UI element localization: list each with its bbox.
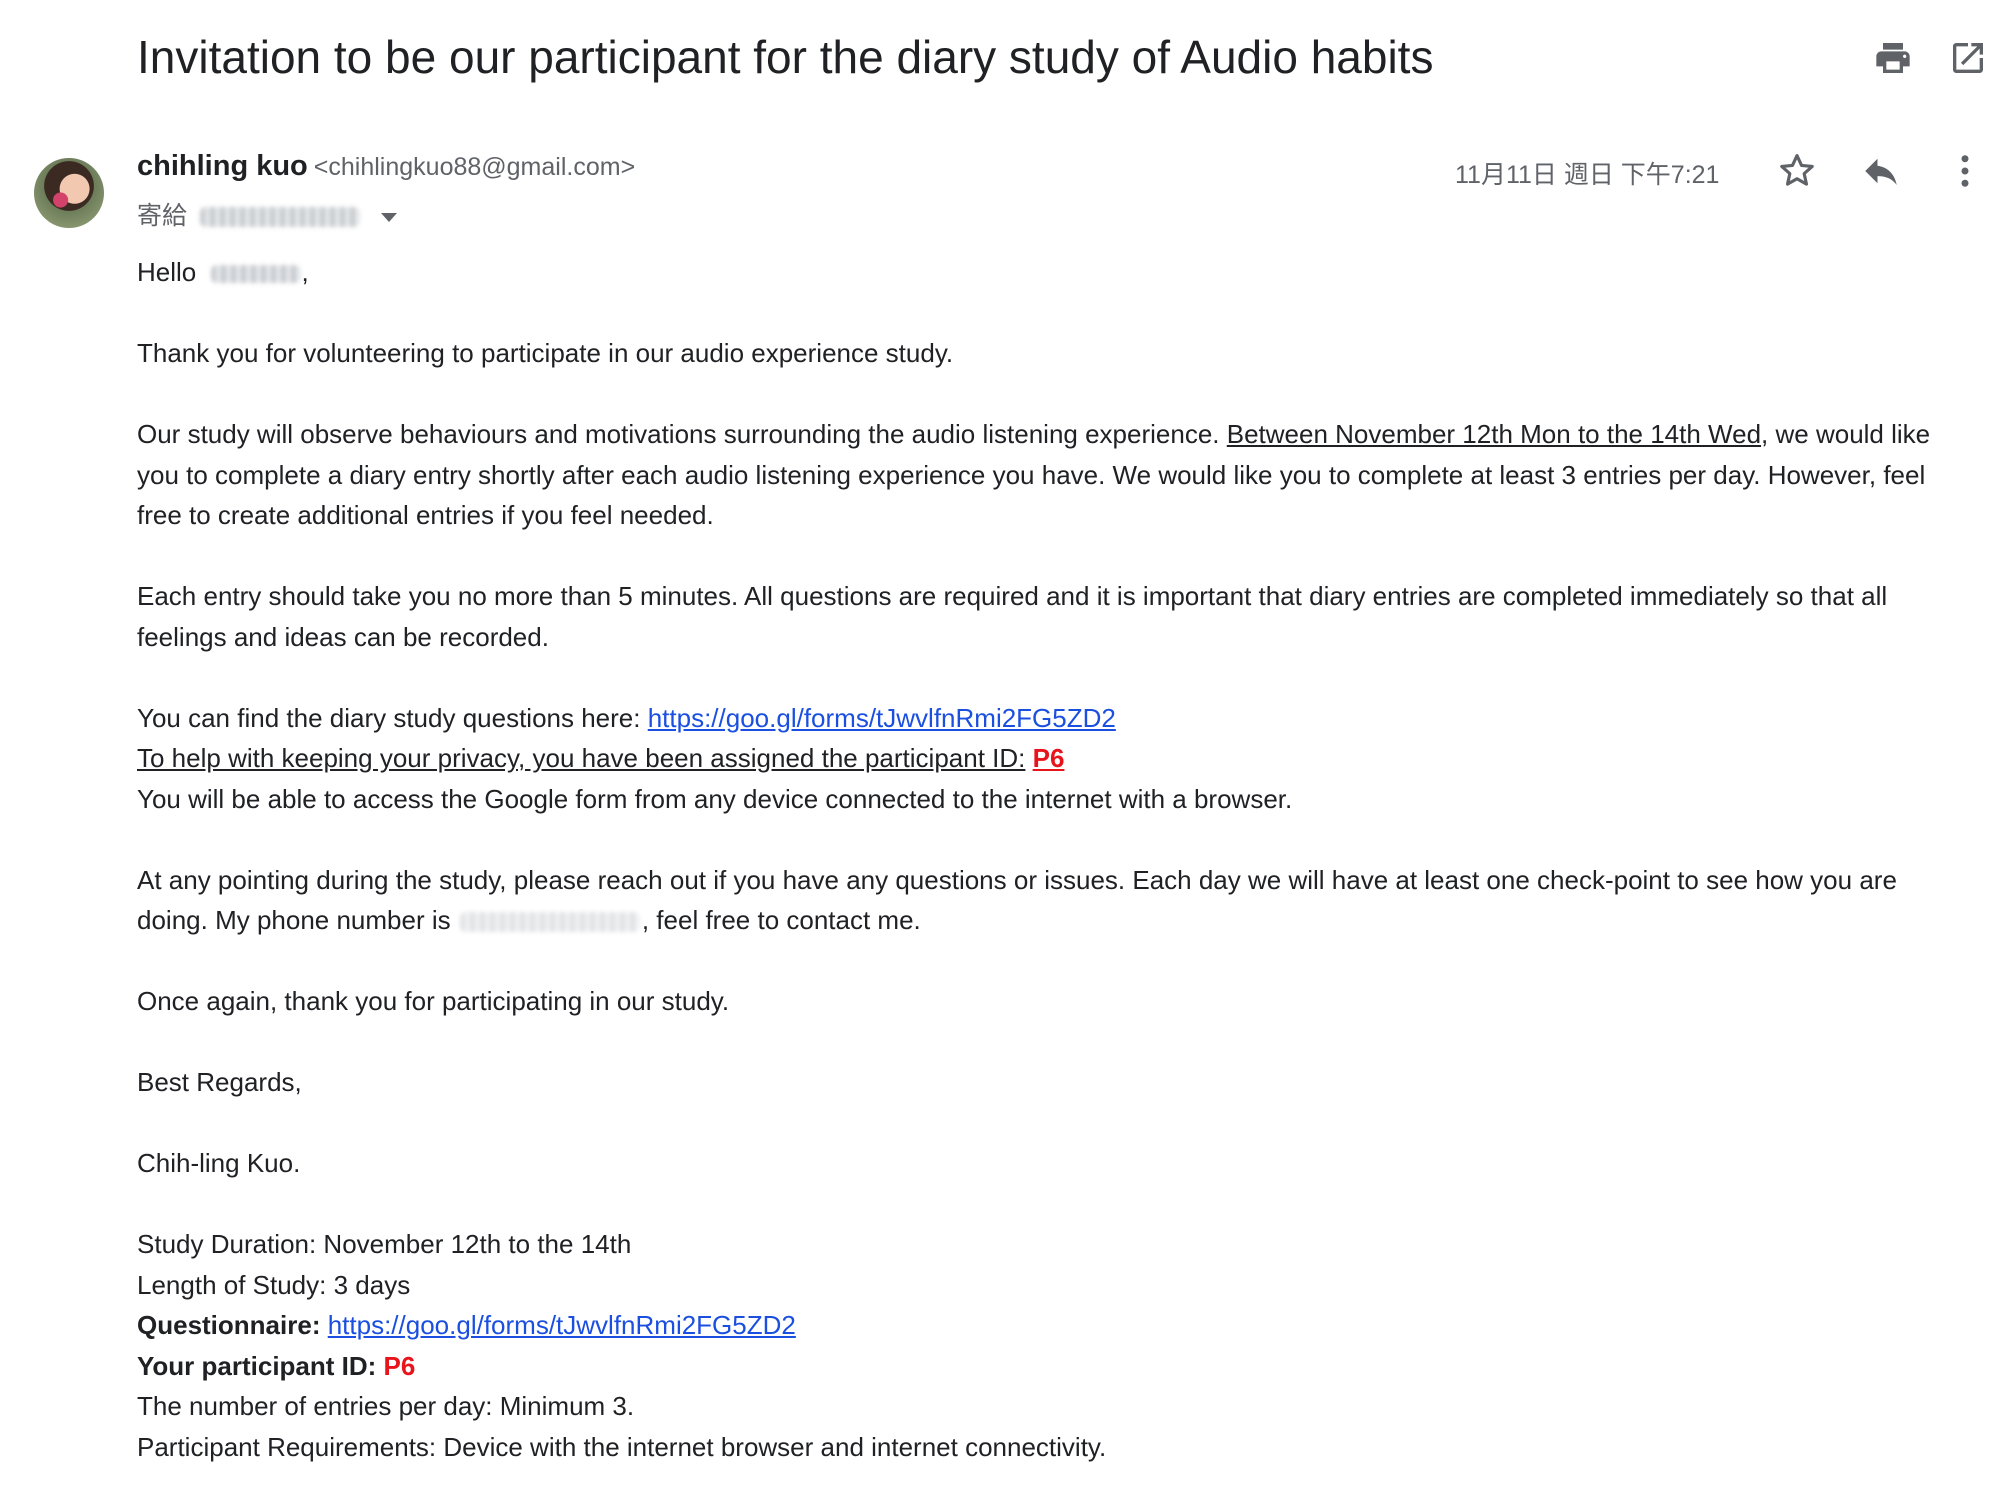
reply-icon[interactable] — [1860, 150, 1902, 192]
sign-off: Best Regards, — [137, 1067, 302, 1097]
sender-line: chihling kuo <chihlingkuo88@gmail.com> — [137, 150, 635, 183]
form-link[interactable]: https://goo.gl/forms/tJwvlfnRmi2FG5ZD2 — [648, 703, 1116, 733]
privacy-text: To help with keeping your privacy, you h… — [137, 743, 1026, 773]
chevron-down-icon[interactable] — [380, 212, 397, 222]
signature: Chih-ling Kuo. — [137, 1148, 301, 1178]
more-vert-icon[interactable] — [1944, 150, 1986, 192]
questionnaire-link[interactable]: https://goo.gl/forms/tJwvlfnRmi2FG5ZD2 — [328, 1310, 796, 1340]
summary-participant-id: Your participant ID: P6 — [137, 1346, 1972, 1387]
paragraph-thanks: Thank you for volunteering to participat… — [137, 338, 954, 368]
summary-participant-id-value: P6 — [383, 1350, 416, 1381]
summary-length: Length of Study: 3 days — [137, 1269, 411, 1300]
to-label: 寄給 — [137, 202, 188, 230]
paragraph-contact: At any pointing during the study, please… — [137, 860, 1972, 941]
redacted-name — [211, 265, 302, 284]
questionnaire-label: Questionnaire: — [137, 1310, 321, 1340]
summary-duration: Study Duration: November 12th to the 14t… — [137, 1229, 632, 1259]
redacted-recipient — [199, 207, 360, 228]
print-icon[interactable] — [1873, 38, 1913, 78]
paragraph-form-info: You can find the diary study questions h… — [137, 698, 1972, 820]
email-subject: Invitation to be our participant for the… — [137, 31, 1434, 83]
participant-id-label: Your participant ID: — [137, 1350, 377, 1381]
sender-name: chihling kuo — [137, 150, 308, 182]
study-dates-underlined: Between November 12th Mon to the 14th We… — [1226, 419, 1762, 449]
star-icon[interactable] — [1776, 150, 1818, 192]
summary-entries: The number of entries per day: Minimum 3… — [137, 1391, 635, 1421]
greeting-comma: , — [301, 257, 309, 287]
greeting: Hello , — [137, 252, 1972, 293]
open-in-new-window-icon[interactable] — [1948, 38, 1988, 78]
study-summary: Study Duration: November 12th to the 14t… — [137, 1224, 1972, 1467]
contact-text-a: At any pointing during the study, please… — [137, 864, 1897, 936]
recipient-line[interactable]: 寄給 — [137, 196, 397, 232]
greeting-text: Hello — [137, 257, 197, 287]
contact-text-b: , feel free to contact me. — [641, 905, 921, 935]
paragraph-entry-time: Each entry should take you no more than … — [137, 581, 1888, 652]
avatar — [34, 158, 104, 228]
device-text: You will be able to access the Google fo… — [137, 783, 1293, 814]
redacted-phone — [459, 912, 640, 933]
email-date: 11月11日 週日 下午7:21 — [1455, 161, 1720, 189]
email-body: Hello , Thank you for volunteering to pa… — [137, 252, 1972, 1467]
p2-text-a: Our study will observe behaviours and mo… — [137, 419, 1220, 449]
participant-id: P6 — [1032, 743, 1065, 773]
summary-requirements: Participant Requirements: Device with th… — [137, 1431, 1107, 1462]
summary-questionnaire: Questionnaire: https://goo.gl/forms/tJwv… — [137, 1305, 1972, 1346]
paragraph-study-dates: Our study will observe behaviours and mo… — [137, 414, 1972, 536]
sender-email: <chihlingkuo88@gmail.com> — [313, 153, 636, 181]
paragraph-thanks-again: Once again, thank you for participating … — [137, 986, 730, 1016]
form-intro-text: You can find the diary study questions h… — [137, 702, 641, 733]
